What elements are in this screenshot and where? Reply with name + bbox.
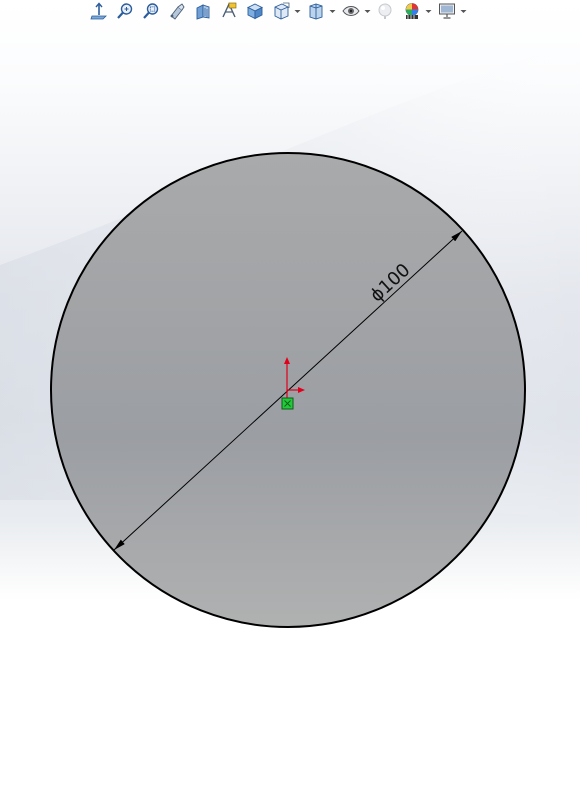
sketch-canvas: ϕ100 xyxy=(50,152,526,628)
graphics-area[interactable]: ϕ100 xyxy=(0,0,580,785)
